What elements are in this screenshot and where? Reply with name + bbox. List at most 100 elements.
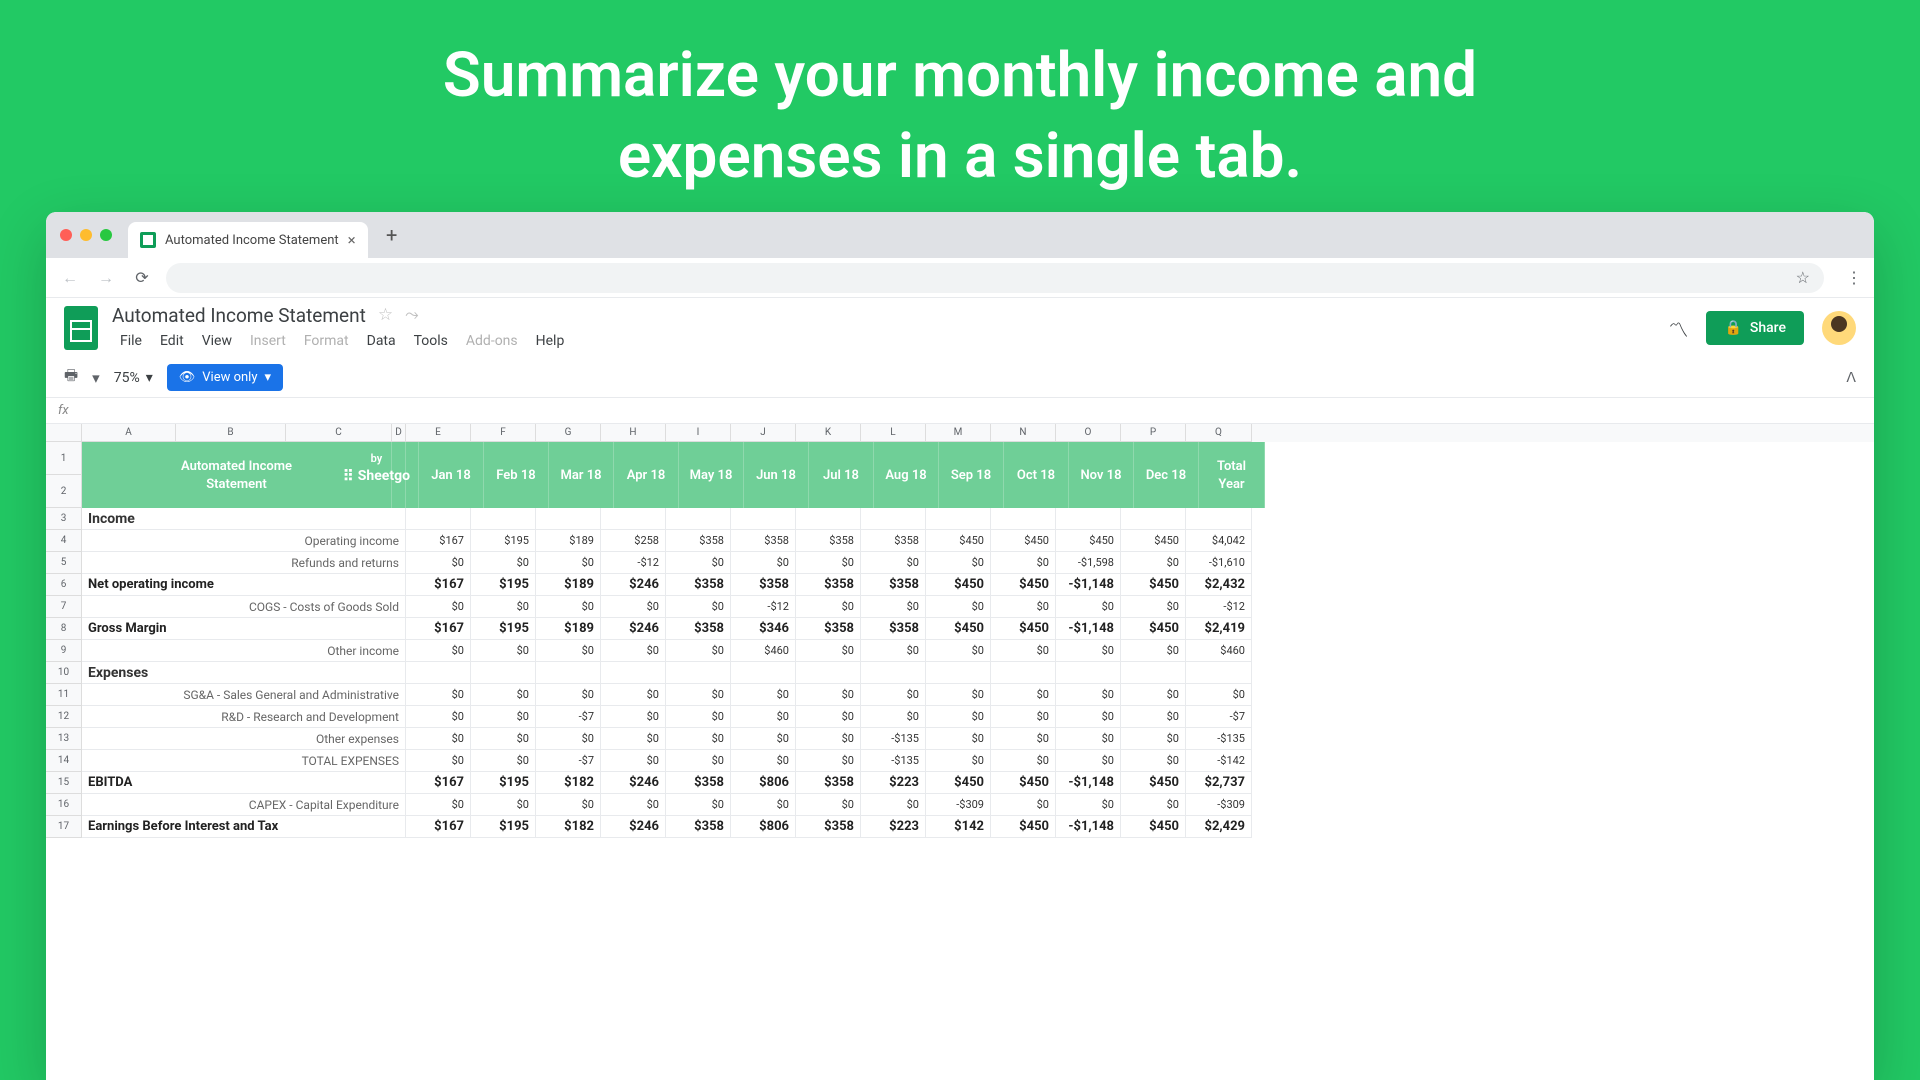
value-cell[interactable]: $0 bbox=[861, 794, 926, 816]
value-cell[interactable]: $0 bbox=[406, 706, 471, 728]
menu-view[interactable]: View bbox=[194, 329, 240, 353]
value-cell[interactable]: $189 bbox=[536, 574, 601, 596]
new-tab-button[interactable]: + bbox=[378, 221, 406, 249]
menu-insert[interactable]: Insert bbox=[242, 329, 294, 353]
value-cell[interactable]: $246 bbox=[601, 618, 666, 640]
value-cell[interactable]: $0 bbox=[1121, 684, 1186, 706]
value-cell[interactable]: $0 bbox=[926, 552, 991, 574]
document-title[interactable]: Automated Income Statement bbox=[112, 304, 366, 327]
value-cell[interactable]: $167 bbox=[406, 530, 471, 552]
empty-cell[interactable] bbox=[861, 662, 926, 684]
browser-menu-button[interactable]: ⋮ bbox=[1846, 268, 1862, 287]
column-header[interactable]: N bbox=[991, 424, 1056, 442]
value-cell[interactable]: $0 bbox=[926, 596, 991, 618]
value-cell[interactable]: $0 bbox=[1056, 596, 1121, 618]
value-cell[interactable]: $346 bbox=[731, 618, 796, 640]
value-cell[interactable]: $0 bbox=[471, 640, 536, 662]
empty-cell[interactable] bbox=[796, 662, 861, 684]
empty-cell[interactable] bbox=[1121, 662, 1186, 684]
value-cell[interactable]: $195 bbox=[471, 574, 536, 596]
menu-tools[interactable]: Tools bbox=[406, 329, 456, 353]
value-cell[interactable]: $0 bbox=[601, 794, 666, 816]
empty-cell[interactable] bbox=[991, 508, 1056, 530]
value-cell[interactable]: $0 bbox=[731, 750, 796, 772]
value-cell[interactable]: $0 bbox=[861, 552, 926, 574]
column-header[interactable]: L bbox=[861, 424, 926, 442]
value-cell[interactable]: $0 bbox=[861, 596, 926, 618]
menu-edit[interactable]: Edit bbox=[152, 329, 192, 353]
url-input[interactable]: ☆ bbox=[166, 263, 1824, 293]
bookmark-star-icon[interactable]: ☆ bbox=[1796, 268, 1810, 287]
value-cell[interactable]: $0 bbox=[731, 684, 796, 706]
column-header[interactable]: G bbox=[536, 424, 601, 442]
month-header[interactable]: Dec 18 bbox=[1134, 442, 1199, 508]
value-cell[interactable]: $167 bbox=[406, 618, 471, 640]
value-cell[interactable]: $167 bbox=[406, 772, 471, 794]
value-cell[interactable]: $223 bbox=[861, 816, 926, 838]
value-cell[interactable]: $460 bbox=[1186, 640, 1252, 662]
value-cell[interactable]: $4,042 bbox=[1186, 530, 1252, 552]
value-cell[interactable]: $450 bbox=[926, 618, 991, 640]
close-tab-button[interactable]: × bbox=[348, 231, 356, 249]
value-cell[interactable]: $358 bbox=[796, 816, 861, 838]
activity-icon[interactable]: 〽 bbox=[1668, 314, 1688, 343]
column-header[interactable]: H bbox=[601, 424, 666, 442]
value-cell[interactable]: $358 bbox=[796, 574, 861, 596]
value-cell[interactable]: $195 bbox=[471, 530, 536, 552]
value-cell[interactable]: $0 bbox=[731, 794, 796, 816]
empty-cell[interactable] bbox=[471, 662, 536, 684]
row-label-cell[interactable]: TOTAL EXPENSES bbox=[82, 750, 406, 772]
value-cell[interactable]: $0 bbox=[926, 728, 991, 750]
value-cell[interactable]: $0 bbox=[666, 552, 731, 574]
value-cell[interactable]: $2,432 bbox=[1186, 574, 1252, 596]
value-cell[interactable]: $0 bbox=[601, 750, 666, 772]
value-cell[interactable]: $0 bbox=[406, 684, 471, 706]
value-cell[interactable]: $0 bbox=[1121, 640, 1186, 662]
menu-format[interactable]: Format bbox=[296, 329, 357, 353]
value-cell[interactable]: $0 bbox=[471, 596, 536, 618]
row-label-cell[interactable]: Refunds and returns bbox=[82, 552, 406, 574]
value-cell[interactable]: $450 bbox=[926, 574, 991, 596]
value-cell[interactable]: $358 bbox=[861, 530, 926, 552]
formula-bar[interactable]: fx bbox=[46, 398, 1874, 424]
row-label-cell[interactable]: Expenses bbox=[82, 662, 406, 684]
value-cell[interactable]: $0 bbox=[536, 684, 601, 706]
value-cell[interactable]: $0 bbox=[796, 684, 861, 706]
menu-addons[interactable]: Add-ons bbox=[458, 329, 526, 353]
value-cell[interactable]: $358 bbox=[796, 530, 861, 552]
value-cell[interactable]: $0 bbox=[601, 640, 666, 662]
value-cell[interactable]: $2,429 bbox=[1186, 816, 1252, 838]
value-cell[interactable]: $358 bbox=[861, 574, 926, 596]
value-cell[interactable]: -$309 bbox=[1186, 794, 1252, 816]
row-label-cell[interactable]: CAPEX - Capital Expenditure bbox=[82, 794, 406, 816]
value-cell[interactable]: $0 bbox=[861, 706, 926, 728]
empty-cell[interactable] bbox=[601, 508, 666, 530]
browser-tab[interactable]: Automated Income Statement × bbox=[128, 222, 368, 258]
month-header[interactable]: Sep 18 bbox=[939, 442, 1004, 508]
value-cell[interactable]: $0 bbox=[601, 728, 666, 750]
empty-cell[interactable] bbox=[991, 662, 1056, 684]
value-cell[interactable]: $0 bbox=[1121, 706, 1186, 728]
column-header[interactable]: B bbox=[176, 424, 286, 442]
empty-cell[interactable] bbox=[1186, 508, 1252, 530]
empty-cell[interactable] bbox=[536, 662, 601, 684]
menu-file[interactable]: File bbox=[112, 329, 150, 353]
value-cell[interactable]: $0 bbox=[601, 596, 666, 618]
row-header[interactable]: 4 bbox=[46, 530, 82, 552]
view-only-button[interactable]: 👁 View only ▾ bbox=[167, 364, 283, 391]
value-cell[interactable]: $450 bbox=[1121, 772, 1186, 794]
value-cell[interactable]: $0 bbox=[926, 750, 991, 772]
row-header[interactable]: 12 bbox=[46, 706, 82, 728]
value-cell[interactable]: $358 bbox=[666, 574, 731, 596]
row-label-cell[interactable]: EBITDA bbox=[82, 772, 406, 794]
value-cell[interactable]: $0 bbox=[406, 750, 471, 772]
forward-button[interactable]: → bbox=[94, 266, 118, 290]
value-cell[interactable]: $450 bbox=[991, 574, 1056, 596]
row-header[interactable]: 8 bbox=[46, 618, 82, 640]
empty-cell[interactable] bbox=[926, 662, 991, 684]
month-header[interactable]: Feb 18 bbox=[484, 442, 549, 508]
empty-cell[interactable] bbox=[536, 508, 601, 530]
value-cell[interactable]: $0 bbox=[1121, 750, 1186, 772]
value-cell[interactable]: $0 bbox=[406, 728, 471, 750]
value-cell[interactable]: -$1,598 bbox=[1056, 552, 1121, 574]
